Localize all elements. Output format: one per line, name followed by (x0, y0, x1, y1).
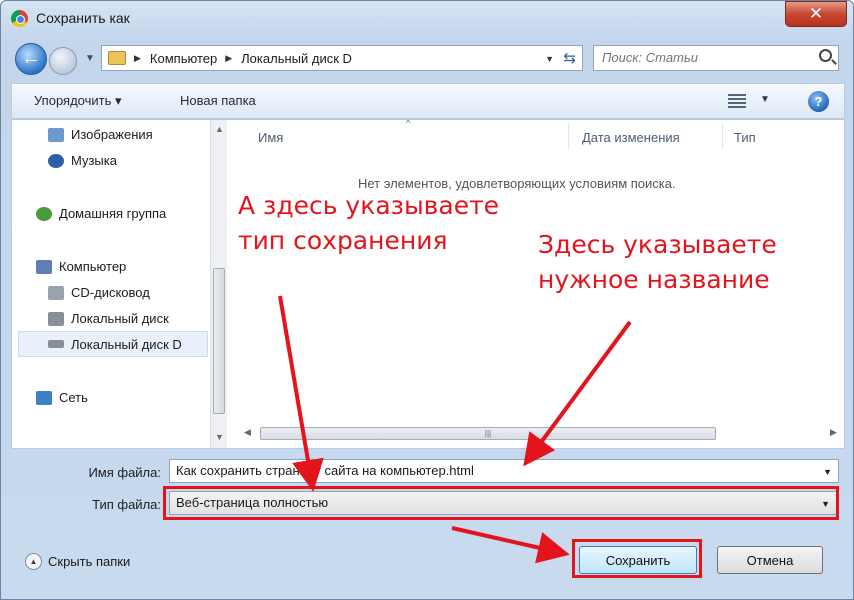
scroll-up-icon[interactable]: ▲ (215, 124, 224, 134)
navigation-pane: Изображения Музыка Домашняя группа Компь… (12, 120, 227, 448)
local-disk-d-icon (48, 340, 64, 348)
chrome-icon (11, 10, 28, 27)
address-dropdown-icon[interactable]: ▼ (545, 54, 554, 64)
filename-field[interactable]: Как сохранить страницу сайта на компьюте… (169, 459, 839, 483)
column-name[interactable]: Имя (258, 130, 283, 145)
sidebar-item-label: Сеть (59, 390, 88, 405)
refresh-icon[interactable]: ⇆ (563, 49, 576, 67)
close-button[interactable]: ✕ (785, 1, 847, 27)
local-disk-icon (48, 311, 64, 326)
network-icon (36, 390, 52, 405)
column-type[interactable]: Тип (734, 130, 756, 145)
column-divider[interactable] (722, 124, 723, 150)
annotation-line: нужное название (538, 265, 770, 294)
sort-indicator-icon: ^ (406, 118, 411, 128)
chevron-up-icon[interactable]: ▲ (25, 553, 42, 570)
sidebar-item-computer[interactable]: Компьютер (36, 259, 126, 274)
sidebar-scrollbar[interactable]: ▲ ▼ (210, 120, 227, 448)
music-icon (48, 153, 64, 168)
sidebar-item-label: Компьютер (59, 259, 127, 274)
back-button[interactable]: ← (15, 43, 47, 75)
breadcrumb-computer[interactable]: Компьютер (150, 51, 217, 66)
view-options-icon[interactable] (728, 94, 746, 108)
column-date-modified[interactable]: Дата изменения (582, 130, 680, 145)
filename-label: Имя файла: (88, 465, 161, 480)
dialog-title: Сохранить как (36, 10, 130, 26)
chevron-right-icon[interactable]: ▶ (225, 53, 232, 64)
computer-icon (36, 259, 52, 274)
forward-button[interactable] (49, 47, 77, 75)
search-icon[interactable] (819, 49, 832, 62)
annotation-line: А здесь указываете (238, 191, 500, 220)
sidebar-item-label: Домашняя группа (59, 206, 167, 221)
scrollbar-thumb[interactable]: ||| (260, 427, 716, 440)
search-box[interactable] (593, 45, 839, 71)
save-highlight-box (572, 539, 702, 578)
sidebar-item-homegroup[interactable]: Домашняя группа (36, 206, 166, 221)
title-bar: Сохранить как ✕ (1, 1, 853, 37)
column-divider[interactable] (568, 124, 569, 150)
sidebar-item-pictures[interactable]: Изображения (48, 127, 153, 142)
homegroup-icon (36, 206, 52, 221)
filename-annotation: Здесь указываете нужное название (538, 227, 777, 297)
sidebar-item-music[interactable]: Музыка (48, 153, 117, 168)
hide-folders-toggle[interactable]: ▲ Скрыть папки (25, 553, 130, 570)
annotation-line: тип сохранения (238, 226, 448, 255)
cancel-button[interactable]: Отмена (717, 546, 823, 574)
sidebar-item-local-disk[interactable]: Локальный диск (48, 311, 169, 326)
hide-folders-label: Скрыть папки (48, 554, 131, 569)
new-folder-button[interactable]: Новая папка (180, 93, 256, 108)
sidebar-item-label: Изображения (71, 127, 153, 142)
horizontal-scrollbar[interactable]: ◀ ||| ▶ (238, 425, 838, 442)
breadcrumb-disk-d[interactable]: Локальный диск D (241, 51, 352, 66)
history-dropdown-icon[interactable]: ▼ (85, 53, 95, 64)
navigation-bar: ← ▼ ▶ Компьютер ▶ Локальный диск D ▼ ⇆ (1, 39, 853, 77)
sidebar-item-label: Музыка (71, 153, 117, 168)
address-bar[interactable]: ▶ Компьютер ▶ Локальный диск D ▼ ⇆ (101, 45, 583, 71)
sidebar-item-label: Локальный диск (71, 311, 169, 326)
scroll-left-icon[interactable]: ◀ (244, 427, 251, 438)
chevron-down-icon[interactable]: ▼ (823, 467, 832, 477)
sidebar-item-label: Локальный диск D (71, 336, 182, 352)
filetype-highlight-box (163, 486, 839, 520)
sidebar-item-cd-drive[interactable]: CD-дисковод (48, 285, 150, 300)
scroll-right-icon[interactable]: ▶ (830, 427, 837, 438)
annotation-line: Здесь указываете (538, 230, 777, 259)
scroll-down-icon[interactable]: ▼ (215, 432, 224, 442)
sidebar-item-network[interactable]: Сеть (36, 390, 88, 405)
command-bar: Упорядочить ▾ Новая папка ▼ ? (11, 83, 845, 119)
cd-drive-icon (48, 285, 64, 300)
help-icon[interactable]: ? (808, 91, 829, 112)
folder-icon (108, 51, 126, 65)
search-input[interactable] (602, 50, 802, 65)
organize-button[interactable]: Упорядочить ▾ (34, 93, 122, 109)
sidebar-item-label: CD-дисковод (71, 285, 150, 300)
scrollbar-thumb[interactable] (213, 268, 225, 414)
sidebar-item-local-disk-d[interactable]: Локальный диск D (18, 331, 208, 357)
filetype-label: Тип файла: (92, 497, 161, 512)
view-dropdown-icon[interactable]: ▼ (760, 94, 770, 105)
chevron-right-icon[interactable]: ▶ (134, 53, 141, 64)
pictures-icon (48, 127, 64, 142)
filename-value: Как сохранить страницу сайта на компьюте… (176, 463, 474, 478)
filetype-annotation: А здесь указываете тип сохранения (238, 188, 499, 258)
